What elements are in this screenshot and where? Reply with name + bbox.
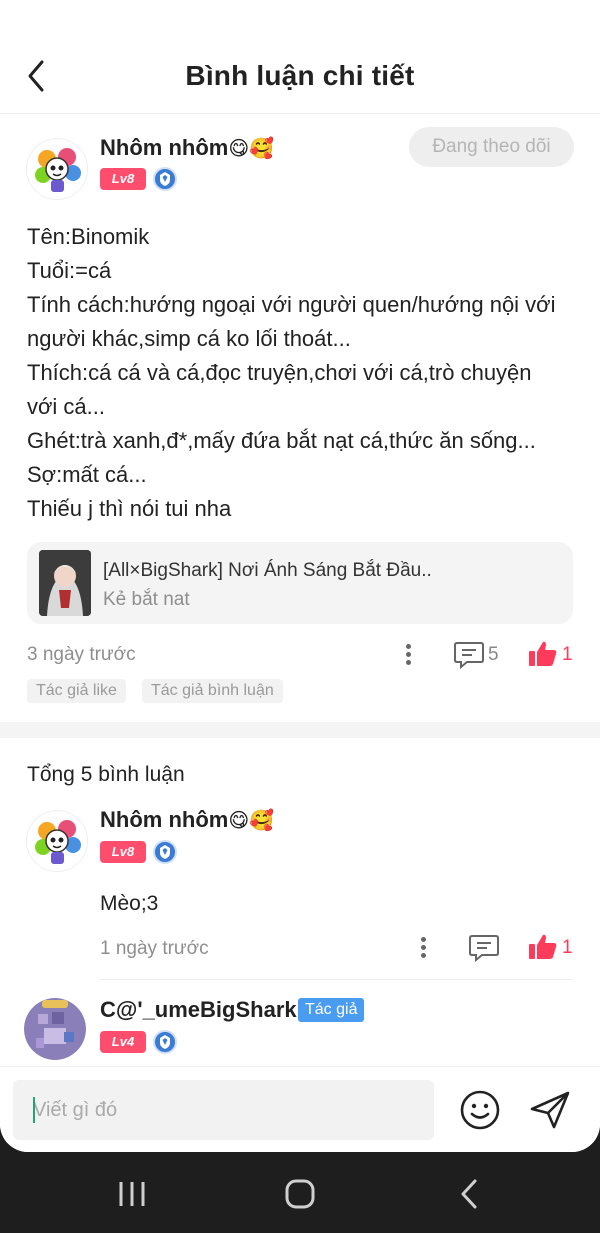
commenter-name-text: Nhôm nhôm — [100, 807, 229, 832]
like-count: 1 — [562, 644, 573, 665]
story-thumbnail — [39, 550, 91, 616]
recent-apps-button[interactable] — [112, 1174, 152, 1214]
comment-text: Mèo;3 — [100, 892, 159, 915]
post-line: Sợ:mất cá... — [27, 462, 147, 487]
level-badge: Lv4 — [100, 1031, 146, 1053]
comment-like-count: 1 — [562, 937, 573, 958]
comment-icon — [469, 935, 499, 963]
post-line: người khác,simp cá ko lối thoát... — [27, 326, 351, 351]
comments-count-title: Tổng 5 bình luận — [27, 763, 185, 786]
comment-icon — [454, 642, 484, 670]
thumbs-up-icon — [529, 641, 557, 666]
comment-like-button[interactable] — [528, 933, 558, 961]
tag-author-commented: Tác giả bình luận — [142, 679, 283, 703]
page-title: Bình luận chi tiết — [185, 60, 415, 91]
text-cursor — [33, 1097, 35, 1123]
shield-icon — [153, 167, 177, 191]
comment-separator — [100, 979, 573, 980]
level-badge: Lv8 — [100, 841, 146, 863]
avatar[interactable] — [26, 138, 88, 200]
like-button[interactable] — [528, 640, 558, 668]
smiley-icon — [460, 1090, 500, 1130]
post-time: 3 ngày trước — [27, 644, 136, 665]
story-link-card[interactable]: [All×BigShark] Nơi Ánh Sáng Bắt Đầu.. Kẻ… — [27, 542, 573, 624]
avatar[interactable] — [26, 810, 88, 872]
recent-apps-icon — [119, 1182, 145, 1206]
author-emoji: 😋🥰 — [228, 138, 275, 160]
commenter-emoji: 😋🥰 — [228, 810, 275, 832]
tag-author-liked: Tác giả like — [27, 679, 126, 703]
comment-count: 5 — [488, 644, 499, 665]
screen: Bình luận chi tiết Nhôm nhôm😋🥰 Lv8 Đang … — [0, 0, 600, 1152]
avatar-illustration-icon — [24, 998, 86, 1060]
comment-button[interactable] — [453, 640, 485, 670]
story-title: [All×BigShark] Nơi Ánh Sáng Bắt Đầu.. — [103, 560, 432, 581]
emoji-button[interactable] — [459, 1089, 501, 1131]
author-tag: Tác giả — [298, 998, 365, 1022]
avatar-illustration-icon — [27, 811, 87, 871]
post-line: Tên:Binomik — [27, 224, 150, 249]
section-divider — [0, 722, 600, 738]
avatar[interactable] — [24, 998, 86, 1060]
post-line: Thiếu j thì nói tui nha — [27, 496, 232, 521]
story-subtitle: Kẻ bắt nat — [103, 589, 190, 610]
comment-time: 1 ngày trước — [100, 938, 209, 959]
send-icon — [530, 1091, 570, 1129]
system-nav-bar — [0, 1152, 600, 1233]
post-line: Thích:cá cá và cá,đọc truyện,chơi với cá… — [27, 360, 532, 385]
post-line: Tuổi:=cá — [27, 258, 112, 283]
author-name-text: Nhôm nhôm — [100, 135, 229, 160]
post-line: với cá... — [27, 394, 105, 419]
post-line: Tính cách:hướng ngoại với người quen/hướ… — [27, 292, 556, 317]
reply-button[interactable] — [468, 933, 500, 963]
avatar-illustration-icon — [27, 139, 87, 199]
more-options-button[interactable] — [403, 642, 413, 668]
commenter-name[interactable]: C@'_umeBigShark — [100, 997, 297, 1023]
commenter-name[interactable]: Nhôm nhôm😋🥰 — [100, 807, 274, 833]
level-badge: Lv8 — [100, 168, 146, 190]
post-body: Tên:Binomik Tuổi:=cá Tính cách:hướng ngo… — [27, 220, 577, 526]
home-button[interactable] — [280, 1174, 320, 1214]
send-button[interactable] — [528, 1089, 572, 1131]
header: Bình luận chi tiết — [0, 40, 600, 114]
thumbs-up-icon — [529, 934, 557, 959]
shield-icon — [153, 840, 177, 864]
system-back-button[interactable] — [450, 1174, 490, 1214]
chevron-left-icon — [461, 1179, 477, 1209]
following-button[interactable]: Đang theo dõi — [409, 127, 574, 167]
comment-input[interactable] — [13, 1080, 434, 1140]
author-name[interactable]: Nhôm nhôm😋🥰 — [100, 135, 274, 161]
comment-composer — [0, 1066, 600, 1152]
shield-icon — [153, 1030, 177, 1054]
post-line: Ghét:trà xanh,đ*,mấy đứa bắt nạt cá,thức… — [27, 428, 536, 453]
comment-more-button[interactable] — [418, 935, 428, 961]
home-icon — [285, 1179, 315, 1209]
